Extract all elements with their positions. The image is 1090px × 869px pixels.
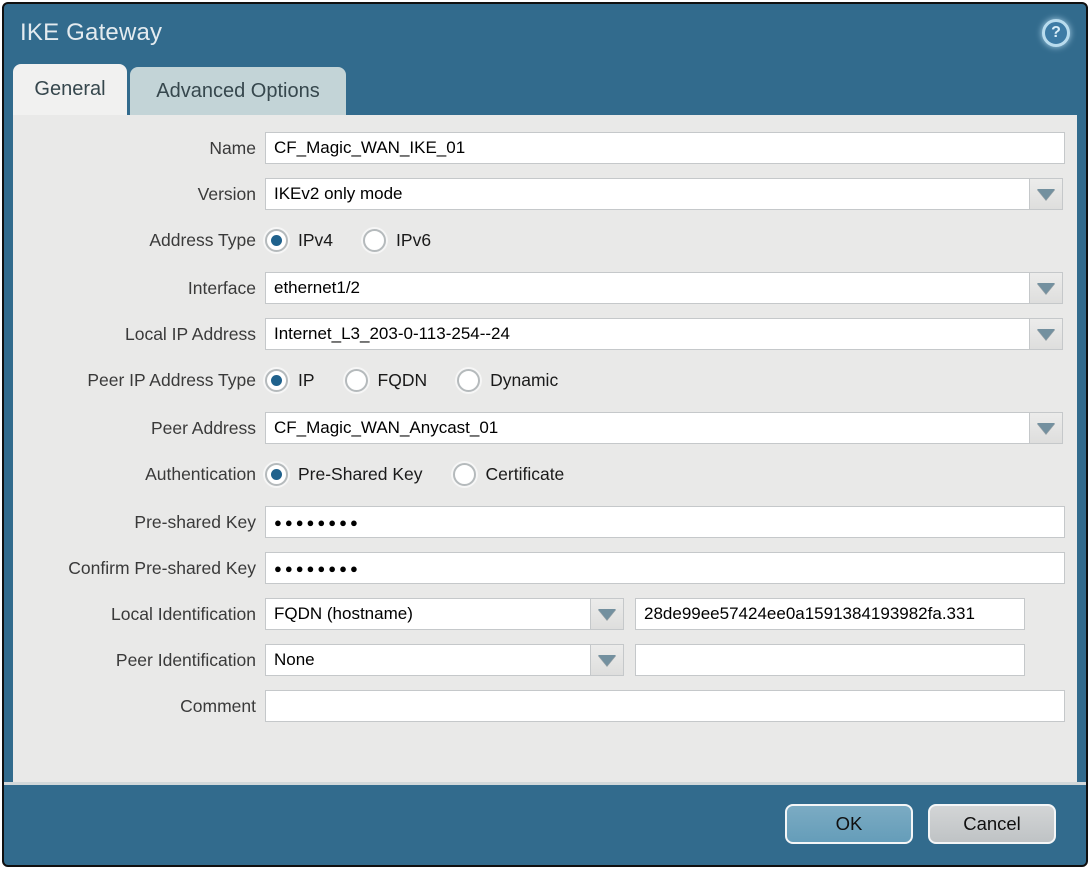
help-icon[interactable]: ? [1042,19,1070,47]
dialog-footer: OK Cancel [4,785,1086,862]
chevron-down-icon [1037,328,1055,340]
ike-gateway-dialog: IKE Gateway ? General Advanced Options N… [2,2,1088,867]
radio-label-certificate: Certificate [485,463,565,484]
dialog-title: IKE Gateway [20,19,163,46]
local-ip-input[interactable] [265,318,1030,350]
comment-label: Comment [180,695,256,716]
psk-label: Pre-shared Key [134,511,256,532]
interface-input[interactable] [265,272,1030,304]
local-ip-label: Local IP Address [124,323,256,344]
psk-confirm-label: Confirm Pre-shared Key [68,557,256,578]
version-input[interactable] [265,178,1030,210]
radio-label-ip: IP [298,369,315,390]
tab-bar: General Advanced Options [4,62,1086,115]
radio-option-ipv6[interactable]: IPv6 [363,228,432,252]
general-tab-panel: Name Version Address Type IPv4 IPv6 [13,115,1077,782]
peer-id-row: Peer Identification [13,644,1077,676]
interface-dropdown-button[interactable] [1029,272,1063,304]
local-ip-dropdown-button[interactable] [1029,318,1063,350]
comment-row: Comment [13,690,1077,722]
peer-address-label: Peer Address [150,417,256,438]
chevron-down-icon [1037,188,1055,200]
radio-option-pre-shared-key[interactable]: Pre-Shared Key [265,462,423,486]
cancel-button[interactable]: Cancel [928,803,1056,844]
radio-option-fqdn[interactable]: FQDN [344,368,428,392]
peer-id-type-input[interactable] [265,644,591,676]
radio-label-dynamic: Dynamic [490,369,559,390]
radio-option-certificate[interactable]: Certificate [452,462,565,486]
comment-input[interactable] [265,690,1065,722]
authentication-row: Authentication Pre-Shared Key Certificat… [13,458,1077,490]
psk-row: Pre-shared Key [13,506,1077,538]
radio-button-fqdn [344,368,368,392]
peer-type-row: Peer IP Address Type IP FQDN Dynamic [13,364,1077,396]
local-id-row: Local Identification [13,598,1077,630]
local-id-type-input[interactable] [265,598,591,630]
local-ip-row: Local IP Address [13,318,1077,350]
interface-row: Interface [13,272,1077,304]
address-type-label: Address Type [149,229,256,250]
psk-confirm-input[interactable] [265,552,1065,584]
peer-address-dropdown-button[interactable] [1029,412,1063,444]
version-label: Version [197,183,256,204]
radio-option-dynamic[interactable]: Dynamic [457,368,559,392]
peer-id-label: Peer Identification [115,649,256,670]
local-id-dropdown-button[interactable] [590,598,624,630]
peer-address-row: Peer Address [13,412,1077,444]
chevron-down-icon [598,654,616,666]
local-id-value-input[interactable] [635,598,1025,630]
radio-button-ipv4 [265,228,288,252]
authentication-label: Authentication [145,463,256,484]
version-dropdown-button[interactable] [1029,178,1063,210]
chevron-down-icon [598,608,616,620]
chevron-down-icon [1037,422,1055,434]
name-label: Name [209,137,256,158]
radio-label-pre-shared-key: Pre-Shared Key [298,463,423,484]
radio-option-ip[interactable]: IP [265,368,315,392]
chevron-down-icon [1037,282,1055,294]
ok-button[interactable]: OK [785,803,913,844]
peer-id-dropdown-button[interactable] [590,644,624,676]
name-row: Name [13,132,1077,164]
tab-general[interactable]: General [13,64,127,115]
name-input[interactable] [265,132,1065,164]
radio-label-fqdn: FQDN [377,369,428,390]
psk-input[interactable] [265,506,1065,538]
version-row: Version [13,178,1077,210]
local-id-label: Local Identification [111,603,256,624]
authentication-radio-group: Pre-Shared Key Certificate [265,462,565,486]
radio-option-ipv4[interactable]: IPv4 [265,228,334,252]
radio-button-ip [265,368,288,392]
radio-button-pre-shared-key [265,462,288,486]
peer-address-input[interactable] [265,412,1030,444]
tab-advanced-options[interactable]: Advanced Options [130,67,346,115]
peer-type-radio-group: IP FQDN Dynamic [265,368,559,392]
dialog-titlebar: IKE Gateway ? [4,4,1086,62]
peer-id-value-input[interactable] [635,644,1025,676]
address-type-radio-group: IPv4 IPv6 [265,228,432,252]
radio-button-ipv6 [363,228,387,252]
interface-label: Interface [187,277,256,298]
radio-label-ipv4: IPv4 [298,229,334,250]
radio-button-dynamic [457,368,481,392]
address-type-row: Address Type IPv4 IPv6 [13,224,1077,256]
psk-confirm-row: Confirm Pre-shared Key [13,552,1077,584]
peer-type-label: Peer IP Address Type [87,369,256,390]
radio-label-ipv6: IPv6 [396,229,432,250]
radio-button-certificate [452,462,476,486]
